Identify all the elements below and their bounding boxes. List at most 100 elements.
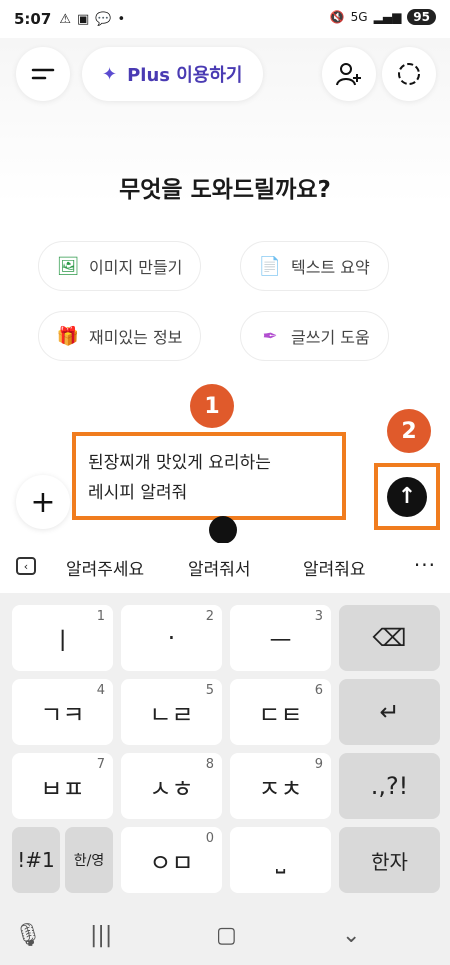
- key-number: 8: [205, 757, 214, 772]
- suggestion-word[interactable]: 알려줘요: [303, 555, 366, 580]
- key-b-p[interactable]: ㅂㅍ 7: [12, 753, 113, 819]
- system-nav-bar: 🎙 ||| ▢ ⌄: [0, 903, 450, 965]
- menu-button[interactable]: [16, 47, 70, 101]
- plus-icon: +: [30, 484, 56, 520]
- dot-icon: •: [117, 11, 126, 27]
- key-number: 7: [96, 757, 105, 772]
- arrow-up-icon: ↑: [397, 484, 417, 509]
- mute-icon: 🔇: [329, 10, 345, 24]
- menu-icon: [31, 68, 55, 80]
- battery-badge: 95: [407, 9, 436, 25]
- plus-upgrade-button[interactable]: ✦ Plus 이용하기: [82, 47, 263, 101]
- key-number: 5: [205, 683, 214, 698]
- chip-label: 재미있는 정보: [89, 328, 183, 347]
- recent-apps-icon[interactable]: |||: [90, 923, 112, 948]
- key-n-r[interactable]: ㄴㄹ 5: [121, 679, 222, 745]
- key-label: .,?!: [370, 772, 409, 800]
- key-number: 9: [314, 757, 323, 772]
- key-i[interactable]: ㅣ 1: [12, 605, 113, 671]
- key-o-m[interactable]: ㅇㅁ 0: [121, 827, 222, 893]
- key-label: ㅇㅁ: [149, 848, 194, 877]
- chip-text-summary[interactable]: 📄 텍스트 요약: [240, 241, 389, 291]
- add-user-button[interactable]: [322, 47, 376, 101]
- key-backspace[interactable]: ⌫: [339, 605, 440, 671]
- key-lang-switch[interactable]: 한/영: [65, 827, 113, 893]
- refresh-chat-icon: [398, 63, 420, 85]
- chevron-left-icon[interactable]: ‹: [16, 557, 36, 575]
- sparkle-icon: ✦: [102, 63, 118, 85]
- key-symbols[interactable]: !#1: [12, 827, 60, 893]
- backspace-icon: ⌫: [372, 624, 407, 652]
- key-j-ch[interactable]: ㅈㅊ 9: [230, 753, 331, 819]
- key-punctuation[interactable]: .,?!: [339, 753, 440, 819]
- key-d-t[interactable]: ㄷㅌ 6: [230, 679, 331, 745]
- chip-fun-facts[interactable]: 🎁 재미있는 정보: [38, 311, 202, 361]
- image-icon: ▣: [76, 11, 90, 27]
- send-highlight: ↑: [374, 463, 440, 530]
- key-number: 3: [314, 609, 323, 624]
- key-label: ㅂㅍ: [40, 774, 85, 803]
- plus-label: Plus 이용하기: [127, 65, 243, 86]
- key-label: ㅅㅎ: [149, 774, 194, 803]
- key-number: 2: [205, 609, 214, 624]
- home-icon[interactable]: ▢: [216, 923, 237, 948]
- gift-icon: 🎁: [56, 325, 80, 347]
- suggestion-word[interactable]: 알려주세요: [66, 555, 144, 580]
- enter-icon: ↵: [379, 698, 400, 726]
- chip-label: 이미지 만들기: [89, 258, 183, 277]
- chip-label: 글쓰기 도움: [291, 328, 370, 347]
- key-number: 1: [96, 609, 105, 624]
- back-chevron-icon[interactable]: ⌄: [342, 923, 360, 948]
- key-number: 6: [314, 683, 323, 698]
- add-user-icon: [336, 63, 361, 86]
- key-number: 0: [205, 831, 214, 846]
- key-label: ㄷㅌ: [258, 700, 303, 729]
- keyboard-suggestion-bar: ‹ 알려주세요 알려줘서 알려줘요 ···: [0, 543, 450, 591]
- key-label: ㄴㄹ: [149, 700, 194, 729]
- send-button[interactable]: ↑: [387, 476, 427, 517]
- key-number: 4: [96, 683, 105, 698]
- talk-icon: 💬: [95, 11, 112, 27]
- new-chat-button[interactable]: [382, 47, 436, 101]
- message-input[interactable]: 된장찌개 맛있게 요리하는 레시피 알려줘: [72, 432, 346, 520]
- key-label: ㅈㅊ: [258, 774, 303, 803]
- pen-icon: ✒: [262, 325, 278, 347]
- chip-writing-help[interactable]: ✒ 글쓰기 도움: [240, 311, 389, 361]
- text-cursor-handle[interactable]: [209, 516, 237, 544]
- key-dot[interactable]: · 2: [121, 605, 222, 671]
- page-headline: 무엇을 도와드릴까요?: [119, 177, 331, 203]
- status-right: 🔇 5G ▂▄▆ 95: [330, 9, 436, 25]
- keyboard: ㅣ 1 · 2 ㅡ 3 ⌫ ㄱㅋ 4 ㄴㄹ 5 ㄷㅌ 6 ↵ ㅂㅍ 7 ㅅㅎ 8…: [0, 593, 450, 903]
- status-time: 5:07: [14, 10, 52, 28]
- chip-label: 텍스트 요약: [291, 258, 370, 277]
- message-text-line2: 레시피 알려줘: [88, 483, 188, 503]
- key-label: ㄱㅋ: [40, 700, 85, 729]
- key-s-h[interactable]: ㅅㅎ 8: [121, 753, 222, 819]
- chip-image-create[interactable]: 🖼 이미지 만들기: [38, 241, 202, 291]
- key-label: 한자: [371, 849, 408, 874]
- message-text-line1: 된장찌개 맛있게 요리하는: [88, 453, 271, 473]
- key-label: 한/영: [73, 853, 105, 869]
- annotation-badge-2: 2: [387, 409, 431, 453]
- key-label: ·: [167, 624, 176, 652]
- status-bar: 5:07 ⚠ ▣ 💬 • 🔇 5G ▂▄▆ 95: [0, 0, 450, 38]
- key-label: ㅣ: [51, 626, 74, 655]
- signal-icon: ▂▄▆: [373, 10, 402, 24]
- suggestion-word[interactable]: 알려줘서: [188, 555, 251, 580]
- signal-label: 5G: [350, 10, 368, 24]
- image-create-icon: 🖼: [56, 255, 80, 277]
- key-label: ㅡ: [269, 626, 292, 655]
- annotation-badge-1: 1: [190, 384, 234, 428]
- microphone-icon[interactable]: 🎙: [14, 923, 42, 948]
- key-hanja[interactable]: 한자: [339, 827, 440, 893]
- space-icon: ⎵: [275, 846, 286, 874]
- more-icon[interactable]: ···: [414, 553, 436, 577]
- attach-plus-button[interactable]: +: [16, 475, 70, 529]
- document-icon: 📄: [258, 255, 282, 277]
- key-eu[interactable]: ㅡ 3: [230, 605, 331, 671]
- key-g-k[interactable]: ㄱㅋ 4: [12, 679, 113, 745]
- key-space[interactable]: ⎵: [230, 827, 331, 893]
- key-enter[interactable]: ↵: [339, 679, 440, 745]
- warning-icon: ⚠: [59, 11, 71, 27]
- key-label: !#1: [17, 848, 55, 872]
